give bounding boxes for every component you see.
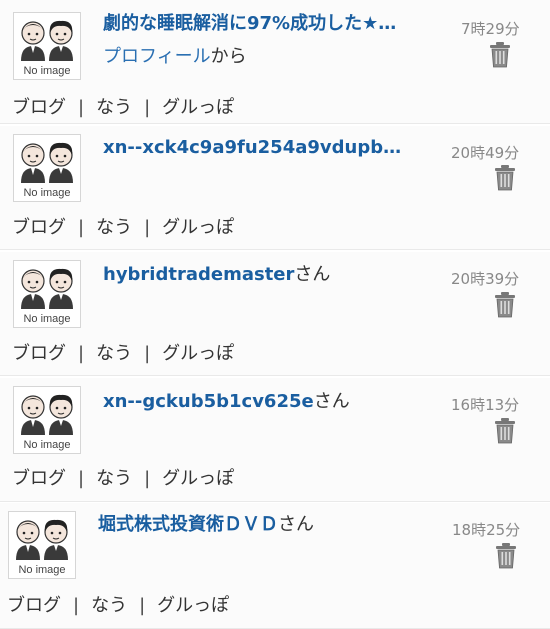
entry-time: 7時29分 [461,20,520,38]
trash-icon[interactable] [493,418,517,444]
no-image-label: No image [23,187,71,199]
action-separator: | [139,595,146,616]
entry-title: 堀式株式投資術ＤＶＤさん [98,514,438,536]
no-image-label: No image [23,313,71,325]
entry-time: 20時49分 [451,144,520,162]
no-image-avatar-icon [21,142,73,183]
action-separator: | [78,97,85,118]
trash-icon[interactable] [493,292,517,318]
entry-time: 16時13分 [451,396,520,414]
trash-icon[interactable] [488,42,512,68]
entry-actions: ブログ | なう | グルっぽ [7,595,229,617]
entry-title: xn--xck4c9a9fu254a9vdupb… [103,137,443,159]
entry-subline: プロフィールから [103,46,247,68]
avatar[interactable]: No image [13,12,81,80]
profile-link[interactable]: プロフィール [103,46,211,67]
blog-link[interactable]: ブログ [7,595,61,616]
avatar[interactable]: No image [13,386,81,454]
no-image-avatar-icon [21,268,73,309]
list-item: No image 堀式株式投資術ＤＶＤさん 18時25分 ブログ | なう | グルっぽ [0,503,550,629]
now-link[interactable]: なう [96,343,132,364]
now-link[interactable]: なう [96,97,132,118]
list-item: No image hybridtrademasterさん 20時39分 ブログ |… [0,252,550,376]
group-link[interactable]: グルっぽ [162,97,234,118]
action-separator: | [73,595,80,616]
trash-icon[interactable] [494,543,518,569]
entry-name-link[interactable]: 劇的な睡眠解消に97%成功した★… [103,13,396,34]
trash-icon[interactable] [493,165,517,191]
entry-time: 18時25分 [452,521,521,539]
entry-title: xn--gckub5b1cv625eさん [103,391,443,413]
no-image-avatar-icon [21,394,73,435]
avatar[interactable]: No image [8,511,76,579]
entry-actions: ブログ | なう | グルっぽ [12,97,234,119]
entry-name-link[interactable]: xn--xck4c9a9fu254a9vdupb… [103,137,401,158]
entry-actions: ブログ | なう | グルっぽ [12,343,234,365]
entry-name-suffix: さん [294,264,331,285]
group-link[interactable]: グルっぽ [157,595,229,616]
action-separator: | [78,217,85,238]
now-link[interactable]: なう [96,217,132,238]
avatar[interactable]: No image [13,134,81,202]
blog-link[interactable]: ブログ [12,468,66,489]
list-item: No image xn--gckub5b1cv625eさん 16時13分 ブログ… [0,378,550,502]
profile-suffix: から [210,46,247,67]
group-link[interactable]: グルっぽ [162,468,234,489]
action-separator: | [144,217,151,238]
no-image-label: No image [23,65,71,77]
notification-list: No image 劇的な睡眠解消に97%成功した★… プロフィールから 7時29… [0,0,550,629]
entry-name-link[interactable]: hybridtrademaster [103,264,294,285]
entry-name-suffix: さん [313,391,350,412]
entry-title: 劇的な睡眠解消に97%成功した★… [103,13,443,35]
group-link[interactable]: グルっぽ [162,217,234,238]
entry-title: hybridtrademasterさん [103,264,443,286]
blog-link[interactable]: ブログ [12,343,66,364]
list-item: No image xn--xck4c9a9fu254a9vdupb… 20時49… [0,126,550,250]
action-separator: | [78,468,85,489]
no-image-avatar-icon [21,20,73,61]
now-link[interactable]: なう [91,595,127,616]
entry-name-link[interactable]: xn--gckub5b1cv625e [103,391,314,412]
entry-time: 20時39分 [451,270,520,288]
action-separator: | [144,97,151,118]
no-image-avatar-icon [16,519,68,560]
no-image-label: No image [23,439,71,451]
group-link[interactable]: グルっぽ [162,343,234,364]
now-link[interactable]: なう [96,468,132,489]
entry-name-suffix: さん [278,514,314,535]
action-separator: | [78,343,85,364]
avatar[interactable]: No image [13,260,81,328]
entry-name-link[interactable]: 堀式株式投資術ＤＶＤ [98,514,278,535]
action-separator: | [144,468,151,489]
entry-actions: ブログ | なう | グルっぽ [12,468,234,490]
entry-actions: ブログ | なう | グルっぽ [12,217,234,239]
blog-link[interactable]: ブログ [12,97,66,118]
action-separator: | [144,343,151,364]
blog-link[interactable]: ブログ [12,217,66,238]
no-image-label: No image [18,564,66,576]
list-item: No image 劇的な睡眠解消に97%成功した★… プロフィールから 7時29… [0,0,550,124]
